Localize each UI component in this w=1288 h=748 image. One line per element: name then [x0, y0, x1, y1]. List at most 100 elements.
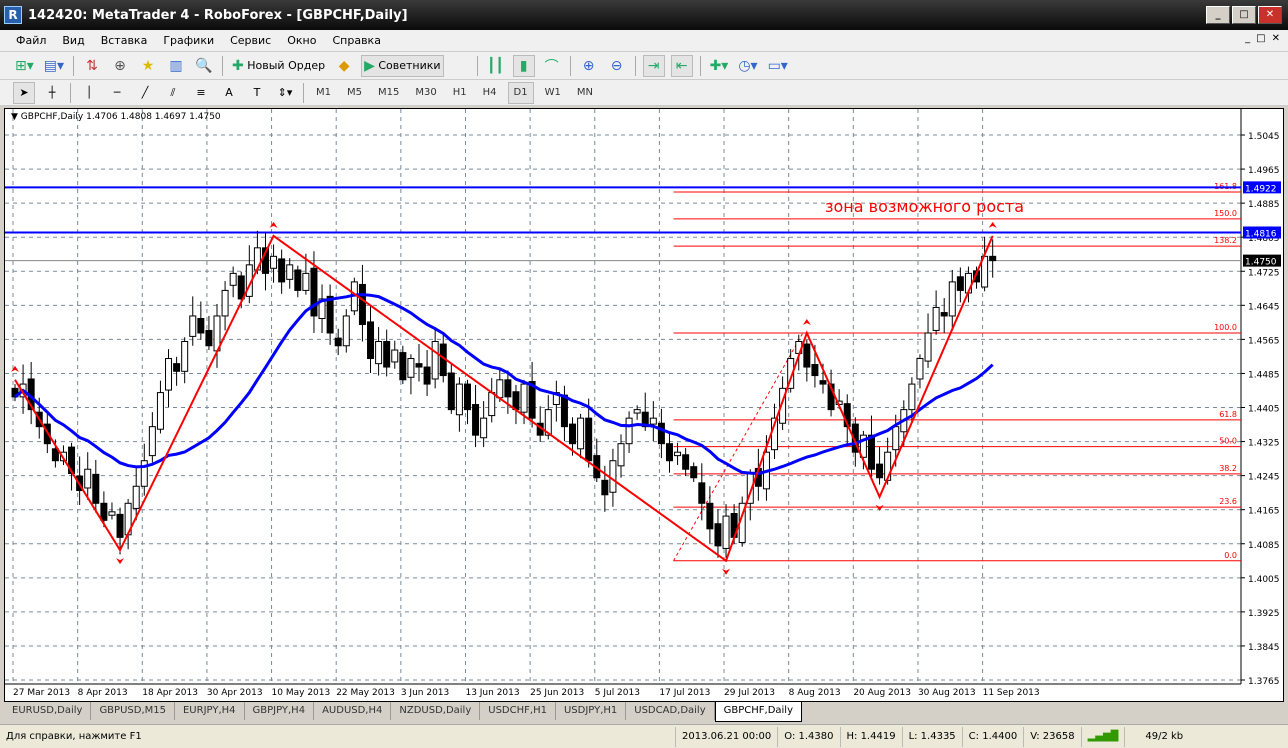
- app-logo-icon: R: [4, 6, 22, 24]
- chart-tab[interactable]: NZDUSD,Daily: [391, 702, 481, 720]
- profiles-icon[interactable]: ▤▾: [42, 55, 66, 77]
- experts-button[interactable]: ▶ Советники: [361, 54, 444, 77]
- price-tick-label: 1.3845: [1248, 643, 1280, 653]
- timeframe-m1[interactable]: M1: [311, 82, 336, 104]
- new-chart-icon[interactable]: ⊞▾: [13, 55, 36, 77]
- candle-body: [383, 341, 391, 368]
- standard-toolbar: ⊞▾ ▤▾ ⇅ ⊕ ★ ▥ 🔍 ✚ Новый Ордер ◆ ▶ Советн…: [0, 52, 1288, 80]
- metaeditor-icon[interactable]: ◆: [333, 55, 355, 77]
- fibo-level-label: 38.2: [1219, 464, 1237, 473]
- experts-icon: ▶: [364, 57, 375, 74]
- price-chart[interactable]: 1.50451.49651.48851.48051.47251.46451.45…: [5, 109, 1283, 701]
- trendline-icon[interactable]: ╱: [134, 82, 156, 104]
- chart-tab[interactable]: USDJPY,H1: [556, 702, 627, 720]
- timeframe-m5[interactable]: M5: [342, 82, 367, 104]
- candle-body: [472, 404, 480, 436]
- strategy-tester-icon[interactable]: 🔍: [193, 55, 215, 77]
- cursor-icon[interactable]: ➤: [13, 81, 35, 104]
- price-tick-label: 1.4005: [1248, 575, 1280, 585]
- timeframe-m30[interactable]: M30: [410, 82, 441, 104]
- chart-ohlc-label: GBPCHF,Daily 1.4706 1.4808 1.4697 1.4750: [20, 112, 221, 122]
- chart-tab[interactable]: EURUSD,Daily: [4, 702, 92, 720]
- chart-tab[interactable]: USDCAD,Daily: [626, 702, 715, 720]
- child-minimize-button[interactable]: _: [1245, 33, 1250, 44]
- chart-tab[interactable]: EURJPY,H4: [175, 702, 245, 720]
- chart-tab[interactable]: AUDUSD,H4: [314, 702, 392, 720]
- templates-icon[interactable]: ▭▾: [766, 55, 790, 77]
- timeframe-w1[interactable]: W1: [540, 82, 566, 104]
- candle-body: [148, 426, 156, 457]
- crosshair-icon[interactable]: ┼: [41, 82, 63, 104]
- close-button[interactable]: ✕: [1258, 6, 1282, 24]
- candle-body: [609, 460, 617, 493]
- candle-body: [924, 332, 932, 362]
- equidistant-channel-icon[interactable]: ⫽: [162, 82, 184, 104]
- status-volume: V: 23658: [1024, 726, 1082, 747]
- chart-shift-icon[interactable]: ⇤: [670, 54, 693, 77]
- candle-body: [577, 417, 585, 450]
- fibonacci-icon[interactable]: ≡: [190, 82, 212, 104]
- data-window-icon[interactable]: ⊕: [109, 55, 131, 77]
- candle-body: [714, 523, 722, 547]
- candle-body: [270, 255, 278, 269]
- text-icon[interactable]: A: [218, 82, 240, 104]
- menu-charts[interactable]: Графики: [155, 34, 222, 47]
- experts-label: Советники: [378, 59, 441, 72]
- fractal-up-icon: [269, 221, 278, 228]
- zoom-in-icon[interactable]: ⊕: [578, 55, 600, 77]
- timeframe-d1[interactable]: D1: [507, 81, 534, 104]
- candle-body: [585, 417, 593, 462]
- menu-tools[interactable]: Сервис: [222, 34, 279, 47]
- timeframe-mn[interactable]: MN: [572, 82, 598, 104]
- zoom-out-icon[interactable]: ⊖: [606, 55, 628, 77]
- menu-file[interactable]: Файл: [8, 34, 54, 47]
- child-restore-button[interactable]: □: [1256, 33, 1265, 44]
- candle-body: [916, 358, 924, 380]
- candle-body: [633, 409, 641, 414]
- candle-body: [229, 272, 237, 286]
- fibo-level-label: 61.8: [1219, 410, 1237, 419]
- vertical-line-icon[interactable]: │: [78, 82, 100, 104]
- market-watch-icon[interactable]: ⇅: [81, 55, 103, 77]
- indicators-icon[interactable]: ✚▾: [708, 55, 731, 77]
- chart-tab[interactable]: GBPUSD,M15: [91, 702, 175, 720]
- menu-view[interactable]: Вид: [54, 34, 92, 47]
- navigator-icon[interactable]: ★: [137, 55, 159, 77]
- chart-tab[interactable]: USDCHF,H1: [480, 702, 556, 720]
- candle-body: [480, 417, 488, 439]
- candle-body: [811, 363, 819, 377]
- maximize-button[interactable]: □: [1232, 6, 1256, 24]
- chart-tab[interactable]: GBPJPY,H4: [245, 702, 315, 720]
- menu-help[interactable]: Справка: [324, 34, 388, 47]
- timeframe-m15[interactable]: M15: [373, 82, 404, 104]
- arrows-icon[interactable]: ⇕▾: [274, 82, 296, 104]
- timeframe-h1[interactable]: H1: [448, 82, 472, 104]
- chart-window[interactable]: 1.5045 1.4965 1.4885 1.4805 1.4725 1.4645 1.45…: [4, 108, 1284, 702]
- new-order-button[interactable]: ✚ Новый Ордер: [230, 55, 327, 77]
- terminal-icon[interactable]: ▥: [165, 55, 187, 77]
- horizontal-line-price: 1.4816: [1245, 230, 1277, 240]
- price-tick-label: 1.4405: [1248, 405, 1280, 415]
- candle-body: [197, 318, 205, 334]
- price-tick-label: 1.4885: [1248, 200, 1280, 210]
- candle-body: [237, 275, 245, 300]
- candle-body: [940, 312, 948, 317]
- text-label-icon[interactable]: T: [246, 82, 268, 104]
- candle-body: [463, 383, 471, 411]
- line-chart-icon[interactable]: ⌒: [541, 55, 563, 77]
- autoscroll-icon[interactable]: ⇥: [642, 54, 665, 77]
- candlestick-icon[interactable]: ▮: [512, 54, 535, 77]
- chart-tab[interactable]: GBPCHF,Daily: [714, 702, 802, 722]
- child-close-button[interactable]: ✕: [1272, 33, 1280, 44]
- candle-body: [908, 383, 916, 411]
- price-tick-label: 1.4965: [1248, 166, 1280, 176]
- periods-icon[interactable]: ◷▾: [736, 55, 759, 77]
- date-tick-label: 18 Apr 2013: [142, 688, 198, 698]
- timeframe-h4[interactable]: H4: [478, 82, 502, 104]
- menu-insert[interactable]: Вставка: [93, 34, 156, 47]
- bar-chart-icon[interactable]: ┃┃: [485, 55, 507, 77]
- menu-window[interactable]: Окно: [279, 34, 324, 47]
- horizontal-line-icon[interactable]: ─: [106, 82, 128, 104]
- date-tick-label: 30 Aug 2013: [918, 688, 976, 698]
- minimize-button[interactable]: _: [1206, 6, 1230, 24]
